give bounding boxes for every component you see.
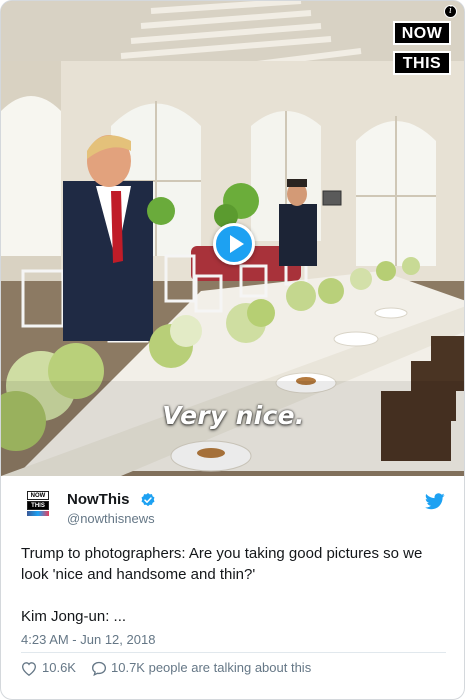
- info-icon[interactable]: i: [444, 5, 457, 18]
- talking-about-count: 10.7K people are talking about this: [111, 660, 312, 675]
- like-button[interactable]: 10.6K: [21, 659, 76, 677]
- twitter-bird-icon[interactable]: [425, 493, 445, 510]
- tweet-header: NOW THIS NowThis @nowthisnews: [21, 489, 451, 529]
- video-caption: Very nice.: [162, 401, 305, 430]
- nowthis-logo: NOW THIS: [393, 21, 455, 81]
- logo-text-now: NOW: [393, 21, 451, 45]
- avatar-stripe: [27, 511, 49, 516]
- logo-text-this: THIS: [393, 51, 451, 75]
- avatar[interactable]: NOW THIS: [27, 491, 53, 525]
- tweet-timestamp[interactable]: 4:23 AM - Jun 12, 2018: [21, 632, 155, 647]
- speech-bubble-icon: [91, 661, 107, 676]
- verified-badge-icon: [141, 493, 155, 507]
- divider: [21, 652, 446, 653]
- embedded-tweet-card: NOW THIS i Very nice. NOW THIS NowThis @…: [0, 0, 465, 700]
- account-handle[interactable]: @nowthisnews: [67, 511, 155, 526]
- conversation-link[interactable]: 10.7K people are talking about this: [91, 659, 311, 677]
- avatar-text-this: THIS: [27, 501, 49, 510]
- display-name[interactable]: NowThis: [67, 491, 130, 508]
- heart-icon: [21, 662, 37, 676]
- play-icon: [230, 235, 244, 253]
- play-button[interactable]: [213, 223, 255, 265]
- video-player[interactable]: NOW THIS i Very nice.: [1, 1, 464, 476]
- tweet-text: Trump to photographers: Are you taking g…: [21, 545, 423, 625]
- tweet-actions: 10.6K 10.7K people are talking about thi…: [21, 659, 446, 679]
- avatar-text-now: NOW: [27, 491, 49, 500]
